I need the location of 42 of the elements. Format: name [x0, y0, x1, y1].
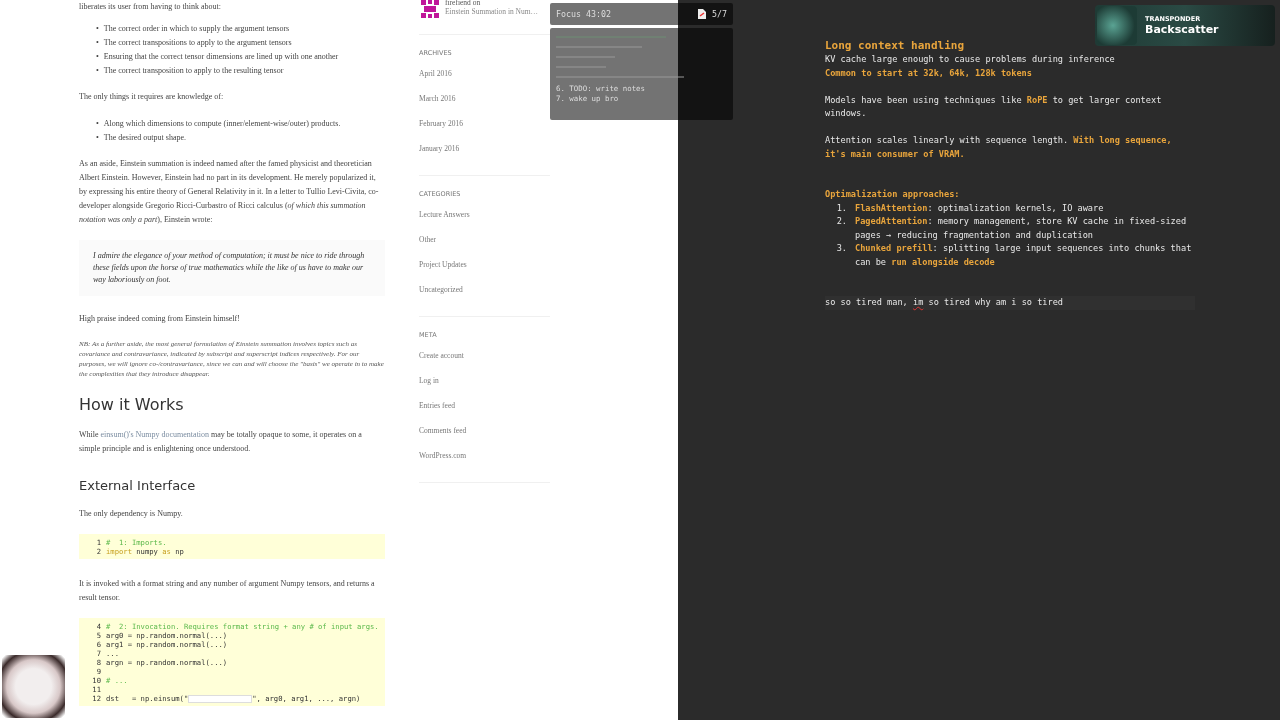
paragraph-text: liberates its user from having to think about: — [79, 1, 222, 13]
bullet-marker: • — [96, 65, 99, 77]
avatar-icon — [419, 0, 441, 20]
bullet-marker: • — [96, 51, 99, 63]
note-line: Attention scales linearly with sequence length. With long sequence, it's main consumer of VRAM. — [825, 134, 1173, 161]
bullet-item: The correct order in which to supply the argument tensors — [103, 23, 290, 35]
bullet-item: The correct transpositions to apply to the argument tensors — [103, 37, 292, 49]
document-icon — [698, 9, 706, 19]
paragraph-text: While einsum()'s Numpy documentation may be totally opaque to some, it operates on a simple principle and is enlightening once understood. — [79, 429, 363, 455]
note-line: PagedAttention: memory management, store KV cache in fixed-sized pages → reducing fragmentation and duplication — [855, 215, 1188, 242]
track-title: Backscatter — [1145, 23, 1219, 36]
bullet-item: The desired output shape. — [103, 132, 186, 144]
paragraph-text: High praise indeed coming from Einstein himself! — [79, 313, 241, 325]
section-heading: How it Works — [79, 395, 185, 414]
bullet-marker: • — [96, 23, 99, 35]
sketch-picture-placeholder — [2, 655, 65, 718]
note-line: KV cache large enough to cause problems during inference — [825, 53, 1116, 66]
note-line: Chunked prefill: splitting large input sequences into chunks that can be run alongside decode — [855, 242, 1193, 269]
paragraph-text: As an aside, Einstein summation is indeed named after the famed physicist and theoretician Albert Einstein. However, Einstein had no part in its development. He merely popularized it, by expressing his entire theory of General Relativity in it. In a letter to Tullio Levi-Civita, co-developer alongside Gregorio Ricci-Curbastro of Ricci calculus (of which this summation notation was only a part), Einstein wrote: — [79, 158, 380, 226]
list-number: 3. — [835, 242, 848, 255]
note-line: FlashAttention: optimalization kernels, IO aware — [855, 201, 1105, 215]
note-line: Optimalization approaches: — [825, 188, 961, 201]
paragraph-text: The only dependency is Numpy. — [79, 508, 184, 520]
bullet-marker: • — [96, 37, 99, 49]
bullet-item: The correct transposition to apply to the resulting tensor — [103, 65, 284, 77]
bullet-item: Ensuring that the correct tensor dimensions are lined up with one another — [103, 51, 339, 63]
paragraph-text: It is invoked with a format string and any number of argument Numpy tensors, and returns a result tensor. — [79, 578, 376, 604]
list-number: 1. — [835, 201, 848, 215]
timer-text: Focus 43:02 — [556, 9, 612, 19]
bullet-marker: • — [96, 118, 99, 130]
note-line: Models have been using techniques like RoPE to get larger context windows. — [825, 93, 1163, 120]
note-heading: Long context handling — [825, 39, 966, 53]
paragraph-text: The only things it requires are knowledge of: — [79, 91, 225, 103]
album-art-placeholder — [1097, 6, 1137, 45]
quote-block: I admire the elegance of your method of computation; it must be nice to ride through these fields upon the horse of true mathematics while the like of us have to make our way laboriously on foot. — [79, 240, 385, 296]
bullet-marker: • — [96, 132, 99, 144]
bullet-item: Along which dimensions to compute (inner/element-wise/outer) products. — [103, 118, 341, 130]
page-count: 5/7 — [712, 9, 727, 19]
list-number: 2. — [835, 215, 848, 228]
note-line: Common to start at 32k, 64k, 128k tokens — [825, 66, 1033, 80]
documentation-link[interactable]: einsum()'s Numpy documentation — [100, 430, 210, 439]
section-heading: External Interface — [79, 478, 197, 493]
